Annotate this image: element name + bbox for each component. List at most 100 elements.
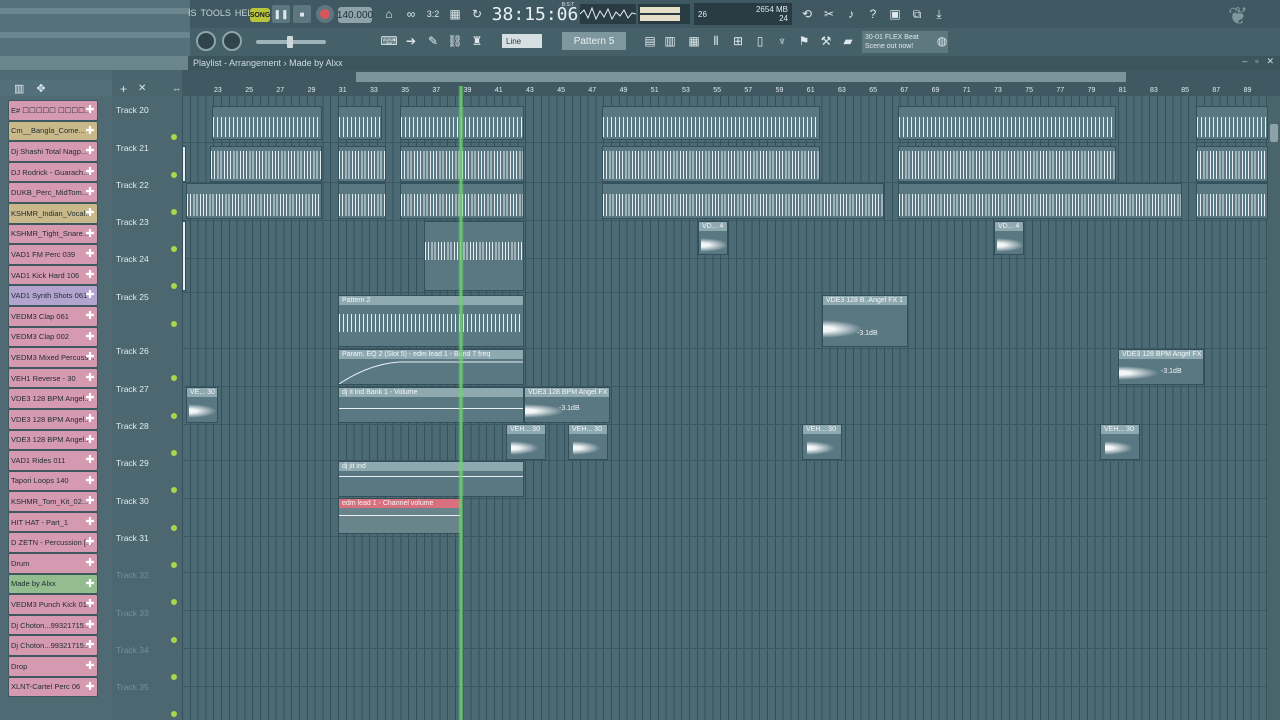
channel-add-icon[interactable]: ✚ [84,516,96,529]
track-mute-led[interactable] [171,375,177,381]
track-mute-led[interactable] [171,637,177,643]
channel-button[interactable]: Dj Shashi Total Nagp... ✚ [8,141,98,162]
countdown-icon[interactable]: 3:2 [424,4,442,24]
channel-add-icon[interactable]: ✚ [84,248,96,261]
audio-clip[interactable] [210,146,322,182]
add-track-icon[interactable]: + [120,82,127,96]
minimize-icon[interactable]: – [1242,56,1247,67]
mixer-view-icon[interactable]: ⫴ [708,31,724,51]
pattern-clip[interactable] [602,106,820,140]
play-button[interactable]: ❚❚ [272,5,290,23]
menu-item[interactable]: IS [188,8,197,18]
channel-add-icon[interactable]: ✚ [84,454,96,467]
slider-handle[interactable] [287,36,293,48]
pattern-clip[interactable] [212,106,322,140]
channel-button[interactable]: D ZETN - Percussion [... ✚ [8,532,98,554]
track-label[interactable]: Track 33 [116,608,149,618]
channel-button[interactable]: VEDM3 Punch Kick 01... ✚ [8,594,98,615]
arrow-icon[interactable]: ➔ [402,31,420,51]
playlist-icon[interactable]: ▤ [642,31,658,51]
snap-select[interactable]: Line [502,34,542,48]
channel-button[interactable]: KSHMR_Tight_Snare... ✚ [8,223,98,245]
plugin-icon[interactable]: ♆ [774,31,790,51]
audio-clip[interactable]: VEH... 30 [506,424,546,460]
move-icon[interactable]: ✥ [36,82,45,95]
channel-add-icon[interactable]: ✚ [84,269,96,282]
channel-add-icon[interactable]: ✚ [84,125,96,138]
stamp-icon[interactable]: ♜ [468,31,486,51]
vertical-scroll-thumb[interactable] [1270,124,1278,142]
track-label[interactable]: Track 32 [116,570,149,580]
channel-button[interactable]: VDE3 128 BPM Angel... ✚ [8,429,98,451]
vertical-scrollbar[interactable] [1268,96,1280,720]
channel-button[interactable]: VEDM3 Clap 002 ✚ [8,326,98,348]
audio-clip[interactable] [182,221,186,291]
channel-add-icon[interactable]: ✚ [84,619,96,632]
master-volume-knob[interactable] [196,31,216,51]
audio-clip[interactable]: VEH... 30 [802,424,842,460]
audio-clip[interactable] [424,221,524,291]
track-mute-led[interactable] [171,283,177,289]
track-mute-led[interactable] [171,599,177,605]
track-label[interactable]: Track 29 [116,458,149,468]
channel-add-icon[interactable]: ✚ [84,186,96,199]
playlist-arrangement-name[interactable]: Made by Alxx [289,58,343,68]
track-label[interactable]: Track 21 [116,143,149,153]
song-position[interactable]: 38:15:06 [492,4,579,25]
channel-add-icon[interactable]: ✚ [84,475,96,488]
close-icon[interactable]: ✕ [1266,56,1274,67]
track-label[interactable]: Track 30 [116,496,149,506]
channel-add-icon[interactable]: ✚ [84,434,96,447]
channel-button[interactable]: Drop ✚ [8,656,98,677]
wrench-icon[interactable]: ⚒ [818,31,834,51]
audio-clip[interactable]: VEH... 30 [1100,424,1140,460]
audio-clip[interactable] [602,146,820,182]
channel-add-icon[interactable]: ✚ [84,536,96,549]
track-mute-led[interactable] [171,711,177,717]
audio-clip[interactable] [1196,146,1268,182]
tempo-display[interactable]: 140.000 [337,7,373,23]
audio-clip[interactable]: VDE3 128 BPM Angel FX 1 -3.1dB [1118,349,1204,385]
stop-button[interactable]: ■ [293,5,311,23]
track-mute-led[interactable] [171,525,177,531]
channel-button[interactable]: HIT HAT - Part_1 ✚ [8,511,98,533]
channel-button[interactable]: KSHMR_Tom_Kit_02... ✚ [8,491,98,512]
pattern-clip[interactable] [898,106,1116,140]
master-pitch-knob[interactable] [222,31,242,51]
track-label[interactable]: Track 27 [116,384,149,394]
pattern-selector[interactable]: Pattern 5 [562,32,626,50]
track-label[interactable]: Track 31 [116,533,149,543]
audio-clip[interactable] [898,183,1182,219]
channel-add-icon[interactable]: ✚ [84,681,96,694]
channel-button[interactable]: DUKB_Perc_MidTom... ✚ [8,182,98,203]
tempo-tap-icon[interactable]: ⚑ [796,31,812,51]
song-mode-toggle[interactable]: SONG [250,8,270,22]
track-mute-led[interactable] [171,172,177,178]
channel-button[interactable]: Tapori Loops 140 ✚ [8,470,98,492]
wait-record-icon[interactable]: ∞ [402,4,420,24]
file-icon[interactable]: ▯ [752,31,768,51]
channel-button[interactable]: VEDM3 Clap 061 ✚ [8,305,98,327]
track-label[interactable]: Track 26 [116,346,149,356]
channel-add-icon[interactable]: ✚ [84,289,96,302]
playhead[interactable] [458,86,464,720]
channel-button[interactable]: VDE3 128 BPM Angel... ✚ [8,408,98,430]
microphone-icon[interactable]: ♪ [842,4,860,24]
track-mute-led[interactable] [171,134,177,140]
channel-add-icon[interactable]: ✚ [84,372,96,385]
link-icon[interactable]: ⛓ [446,31,464,51]
audio-clip[interactable]: VDE3 128 B..Angel FX 1 -3.1dB [822,295,908,347]
channel-button[interactable]: Dj Choton...99321715... ✚ [8,635,98,657]
audio-clip[interactable] [898,146,1116,182]
undo-icon[interactable]: ⟲ [798,4,816,24]
track-label[interactable]: Track 24 [116,254,149,264]
channel-button[interactable]: DJ Rodrick - Guarach... ✚ [8,161,98,183]
track-label[interactable]: Track 23 [116,217,149,227]
track-mute-led[interactable] [171,562,177,568]
grid-icon[interactable]: ▥ [14,82,24,95]
piano-roll-icon[interactable]: ▥ [662,31,678,51]
channel-add-icon[interactable]: ✚ [84,392,96,405]
channel-add-icon[interactable]: ✚ [84,331,96,344]
channel-add-icon[interactable]: ✚ [84,228,96,241]
horizontal-scrollbar[interactable] [356,72,1126,82]
